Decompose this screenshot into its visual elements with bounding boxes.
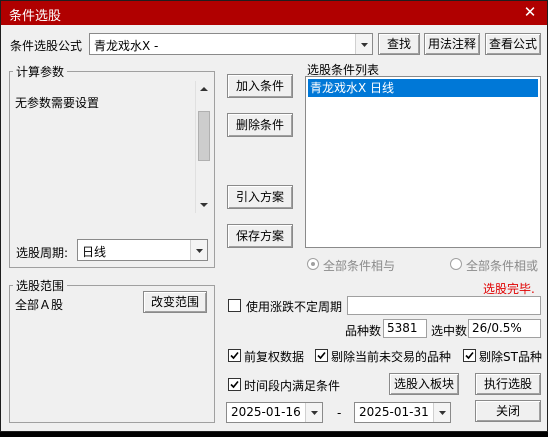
uncertain-period-checkbox[interactable] — [228, 299, 241, 312]
time-range-label: 时间段内满足条件 — [244, 379, 341, 393]
range-group-title: 选股范围 — [13, 277, 68, 294]
condition-item[interactable]: 青龙戏水X 日线 — [308, 79, 538, 97]
status-text: 选股完毕. — [483, 282, 535, 296]
uncertain-period-input[interactable] — [347, 296, 541, 315]
formula-combo[interactable]: 青龙戏水X - — [89, 33, 373, 55]
view-formula-button[interactable]: 查看公式 — [485, 33, 541, 55]
save-plan-button[interactable]: 保存方案 — [227, 224, 293, 248]
exclude-st-label: 剔除ST品种 — [479, 350, 542, 364]
condition-stock-picker-dialog: 条件选股 ✕ 条件选股公式 青龙戏水X - 查找 用法注释 查看公式 计算参数 … — [0, 0, 548, 432]
total-count-value: 5381 — [383, 319, 427, 338]
params-message: 无参数需要设置 — [15, 96, 100, 110]
exclude-untraded-checkbox[interactable] — [315, 349, 328, 362]
date-separator: - — [337, 406, 342, 420]
formula-value: 青龙戏水X - — [94, 39, 159, 53]
scroll-thumb[interactable] — [198, 111, 210, 161]
chevron-down-icon[interactable] — [355, 34, 372, 54]
conditions-list[interactable]: 青龙戏水X 日线 — [305, 76, 541, 248]
add-condition-button[interactable]: 加入条件 — [227, 74, 293, 98]
title-bar: 条件选股 ✕ — [1, 1, 547, 25]
period-value: 日线 — [82, 245, 107, 259]
find-button[interactable]: 查找 — [378, 33, 420, 55]
selected-count-label: 选中数 — [431, 324, 468, 338]
range-value: 全部Ａ股 — [15, 298, 64, 312]
or-label: 全部条件相或 — [466, 259, 539, 273]
exclude-st-checkbox[interactable] — [463, 349, 476, 362]
chevron-down-icon[interactable] — [190, 240, 207, 260]
params-group-title: 计算参数 — [13, 63, 68, 80]
chevron-down-icon[interactable] — [305, 403, 322, 422]
delete-condition-button[interactable]: 删除条件 — [227, 113, 293, 137]
change-range-button[interactable]: 改变范围 — [143, 291, 207, 313]
uncertain-period-label: 使用涨跌不定周期 — [246, 300, 343, 314]
end-date-picker[interactable]: 2025-01-31 — [354, 402, 451, 423]
start-date-picker[interactable]: 2025-01-16 — [226, 402, 323, 423]
close-button[interactable]: 关闭 — [475, 400, 541, 422]
total-count-label: 品种数 — [345, 324, 382, 338]
chevron-down-icon[interactable] — [433, 403, 450, 422]
window-title: 条件选股 — [9, 9, 62, 24]
usage-notes-button[interactable]: 用法注释 — [424, 33, 480, 55]
exclude-untraded-label: 剔除当前未交易的品种 — [331, 350, 452, 364]
period-label: 选股周期: — [16, 246, 69, 260]
or-radio[interactable] — [450, 258, 462, 270]
execute-button[interactable]: 执行选股 — [475, 373, 541, 395]
adjusted-checkbox[interactable] — [228, 349, 241, 362]
adjusted-label: 前复权数据 — [244, 350, 305, 364]
close-icon[interactable]: ✕ — [521, 3, 539, 21]
and-label: 全部条件相与 — [323, 259, 396, 273]
import-plan-button[interactable]: 引入方案 — [227, 185, 293, 209]
end-date-value: 2025-01-31 — [359, 405, 429, 419]
scroll-up-icon[interactable] — [196, 81, 211, 97]
scroll-down-icon[interactable] — [196, 197, 211, 213]
start-date-value: 2025-01-16 — [231, 405, 301, 419]
and-radio[interactable] — [307, 258, 319, 270]
add-to-block-button[interactable]: 选股入板块 — [389, 373, 459, 395]
params-scrollbar[interactable] — [195, 81, 211, 213]
period-combo[interactable]: 日线 — [77, 239, 208, 261]
selected-count-value: 26/0.5% — [468, 319, 541, 338]
time-range-checkbox[interactable] — [228, 378, 241, 391]
formula-label: 条件选股公式 — [10, 39, 83, 53]
